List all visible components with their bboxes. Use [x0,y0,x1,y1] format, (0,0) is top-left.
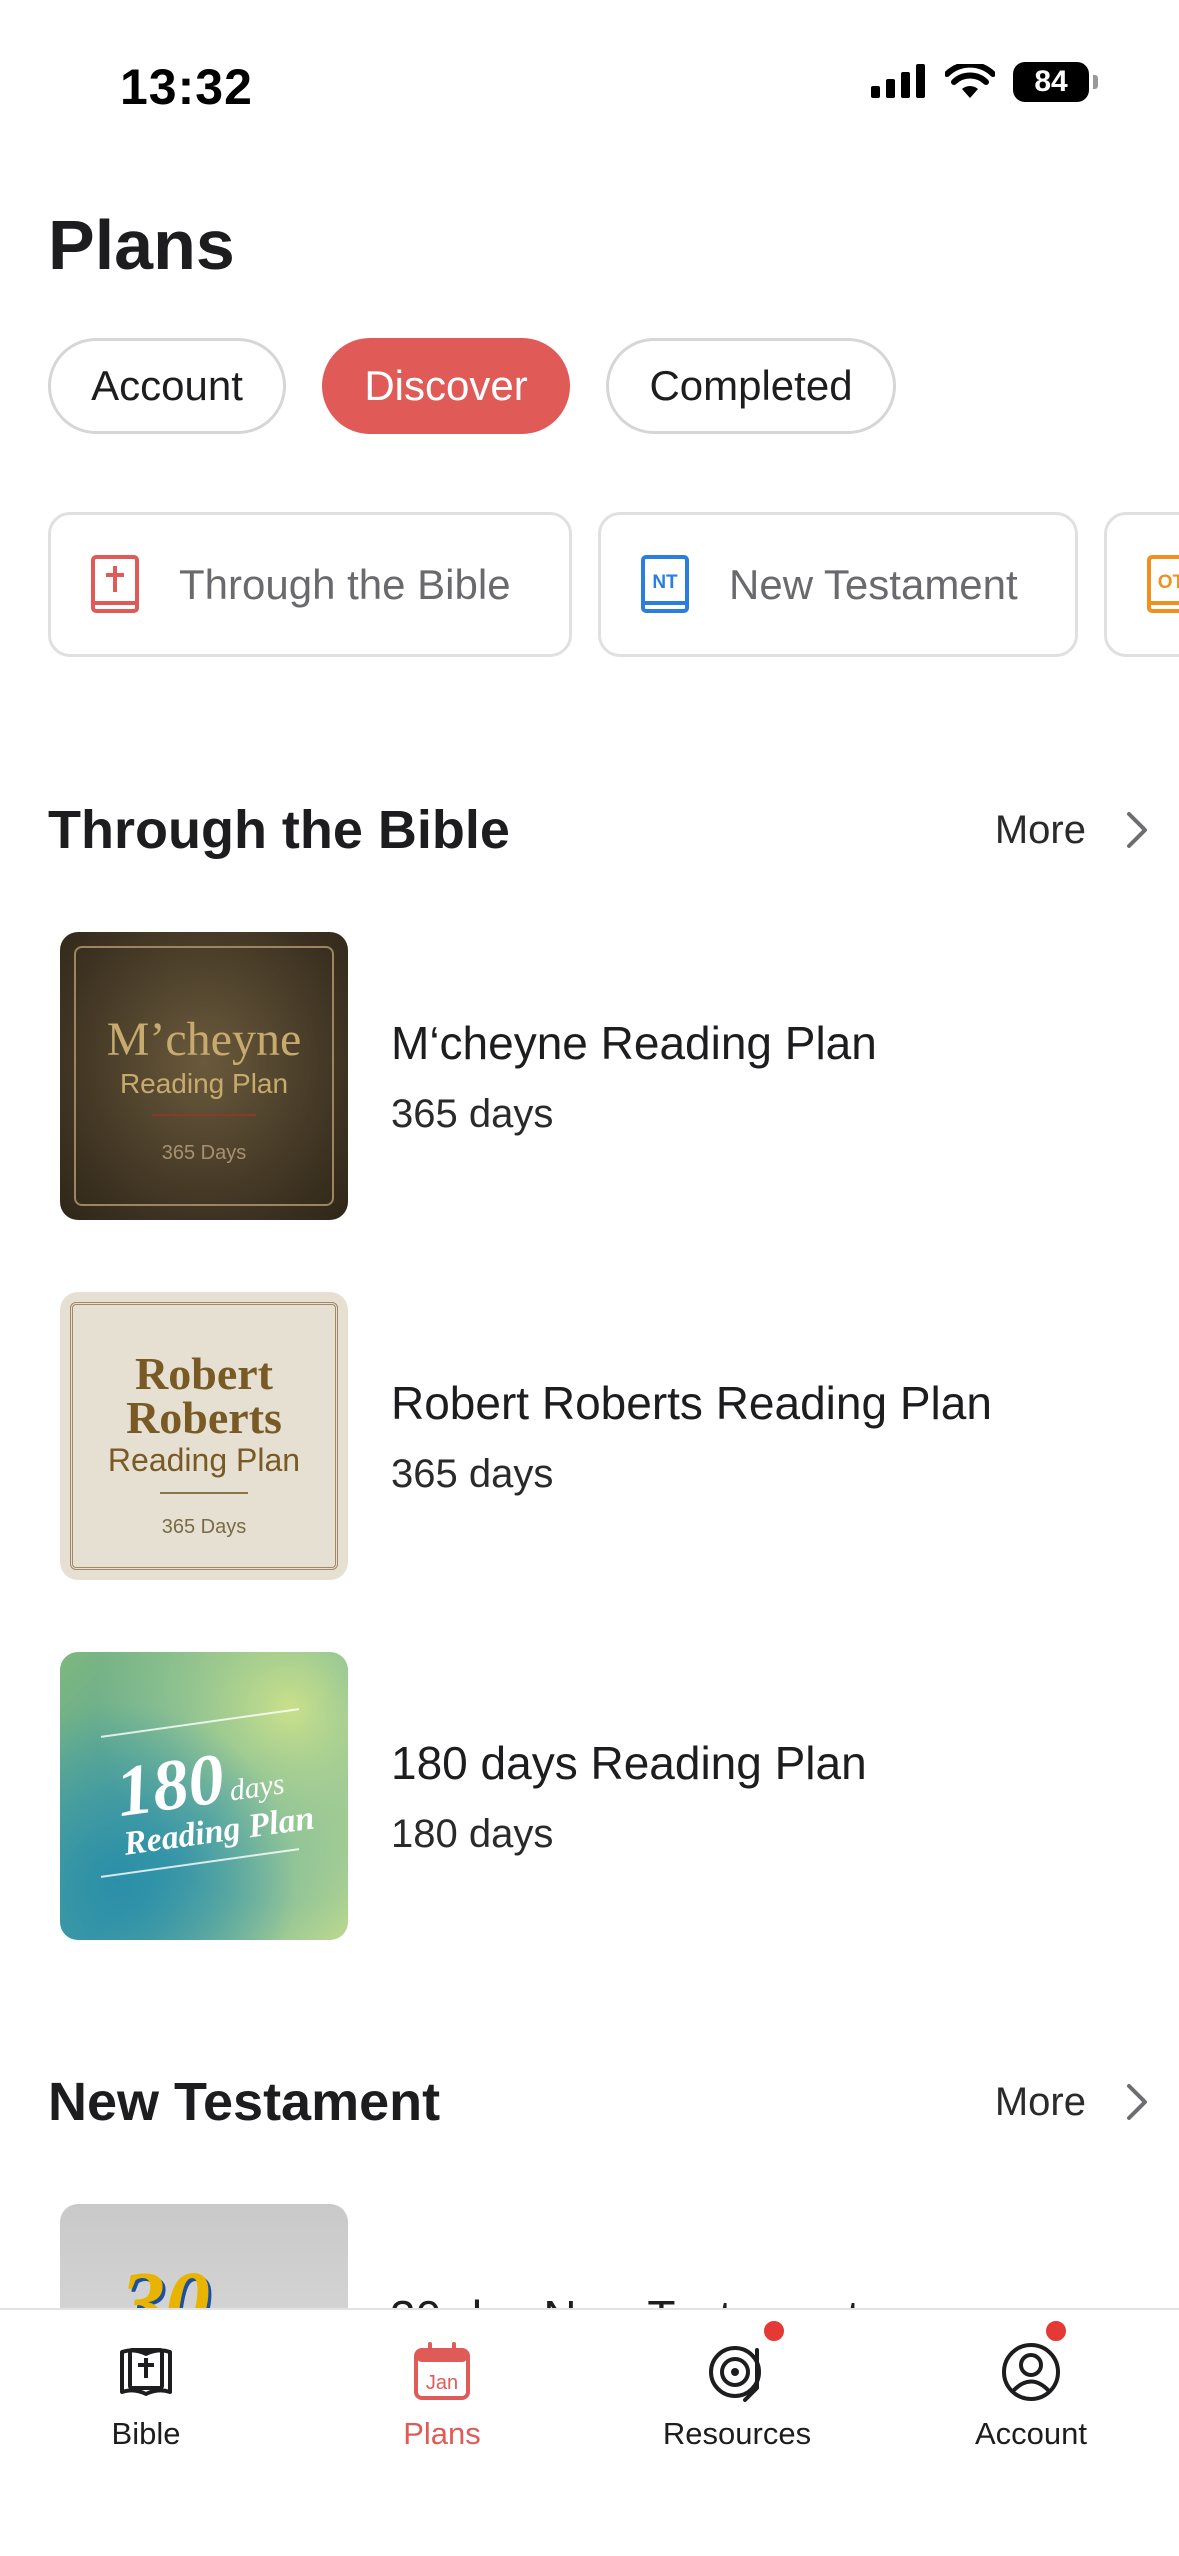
status-bar: 13:32 84 [0,0,1179,170]
cover-days: 365 Days [161,1142,247,1164]
chevron-right-icon[interactable] [1126,2083,1148,2121]
segment-tabs: Account Discover Completed [48,338,896,434]
status-time: 13:32 [120,59,253,115]
plan-info: 180 days Reading Plan 180 days [391,1736,867,1857]
plan-row-180-days[interactable]: 180days Reading Plan 180 days Reading Pl… [60,1652,1140,1940]
plan-duration: 365 days [391,1091,554,1136]
more-link[interactable]: More [995,808,1086,853]
nav-label: Plans [403,2416,481,2451]
status-icons: 84 [871,62,1098,102]
plan-duration: 180 days [391,1811,554,1856]
category-new-testament[interactable]: NT New Testament [598,512,1078,657]
nav-account[interactable]: Account [911,2318,1151,2452]
cover-title: M’cheyne [106,1013,302,1066]
svg-text:OT: OT [1158,572,1179,593]
bible-icon [120,2348,172,2396]
nav-label: Account [974,2416,1087,2451]
cover-title-line2: Roberts [126,1392,282,1443]
plan-cover-180-days: 180days Reading Plan [60,1652,348,1940]
plan-duration: 365 days [391,1451,554,1496]
section-title: New Testament [48,2072,441,2132]
category-label: Through the Bible [179,560,511,608]
plan-title: 180 days Reading Plan [391,1736,867,1789]
battery-icon: 84 [1013,62,1098,102]
cellular-signal-icon [871,64,925,98]
section-title: Through the Bible [48,800,510,860]
tab-discover[interactable]: Discover [322,338,570,434]
bottom-tab-bar: Bible Jan Plans Resources Account [0,2308,1179,2556]
cover-subtitle: Reading Plan [119,1068,289,1099]
cover-title: 180days Reading Plan [111,1725,317,1864]
plan-cover-mcheyne: M’cheyne Reading Plan 365 Days [60,932,348,1220]
plan-row-mcheyne[interactable]: M’cheyne Reading Plan 365 Days M‘cheyne … [60,932,1140,1220]
wifi-icon [945,64,995,98]
category-carousel: Through the Bible NT New Testament OT [48,512,1179,657]
bible-book-icon [91,554,139,613]
cover-days: 365 Days [161,1516,247,1538]
plan-cover-robert-roberts: Robert Roberts Reading Plan 365 Days [60,1292,348,1580]
nav-bible[interactable]: Bible [26,2340,266,2452]
svg-text:NT: NT [652,572,678,593]
category-through-the-bible[interactable]: Through the Bible [48,512,572,657]
plan-title: M‘cheyne Reading Plan [391,1016,877,1069]
section-header-new-testament: New Testament More [48,2067,1148,2137]
more-link[interactable]: More [995,2080,1086,2125]
nav-label: Resources [662,2416,812,2451]
tab-completed[interactable]: Completed [606,338,896,434]
nav-plans[interactable]: Jan Plans [322,2340,562,2452]
nav-label: Bible [111,2416,181,2451]
cover-subtitle: Reading Plan [107,1442,301,1478]
plan-title: Robert Roberts Reading Plan [391,1376,992,1429]
chevron-right-icon[interactable] [1126,811,1148,849]
plan-row-robert-roberts[interactable]: Robert Roberts Reading Plan 365 Days Rob… [60,1292,1140,1580]
user-circle-icon [999,2318,1069,2404]
plan-info: Robert Roberts Reading Plan 365 days [391,1376,992,1497]
ot-book-icon: OT [1147,554,1179,613]
record-player-icon [705,2318,787,2404]
category-old-testament[interactable]: OT [1104,512,1179,657]
section-header-through-the-bible: Through the Bible More [48,795,1148,865]
notification-badge [1043,2318,1069,2344]
battery-level: 84 [1034,65,1068,98]
page-title: Plans [48,206,235,284]
cover-title: Robert Roberts [60,1351,348,1443]
notification-badge [761,2318,787,2344]
nav-resources[interactable]: Resources [617,2318,857,2452]
calendar-icon: Jan [414,2342,470,2400]
tab-account[interactable]: Account [48,338,286,434]
calendar-icon-text: Jan [426,2372,458,2394]
plan-info: M‘cheyne Reading Plan 365 days [391,1016,877,1137]
nt-book-icon: NT [641,554,689,613]
cover-unit: days [227,1767,287,1808]
category-label: New Testament [729,560,1018,608]
